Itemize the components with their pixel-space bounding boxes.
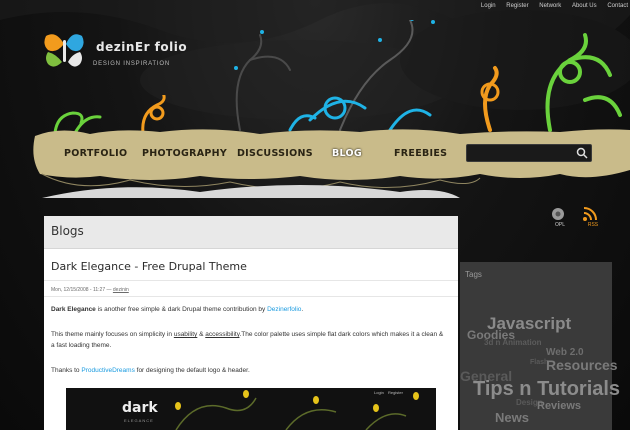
post-meta: Mon, 12/15/2008 - 11:27 — dezinin [51, 287, 129, 293]
post-date: Mon, 12/15/2008 - 11:27 — [51, 287, 113, 293]
main-content: Blogs Dark Elegance - Free Drupal Theme … [44, 216, 458, 430]
nav-blog[interactable]: BLOG [332, 148, 362, 159]
about-us-link[interactable]: About Us [572, 3, 597, 9]
post-title[interactable]: Dark Elegance - Free Drupal Theme [51, 260, 247, 273]
paragraph-2: This theme mainly focuses on simplicity … [51, 329, 447, 351]
network-link[interactable]: Network [539, 3, 561, 9]
top-links: Login Register Network About Us Contact [472, 3, 628, 9]
nav-photography[interactable]: PHOTOGRAPHY [142, 148, 227, 159]
page-title: Blogs [51, 224, 84, 238]
search-input[interactable] [467, 148, 577, 165]
preview-logo: dark [122, 400, 158, 416]
author-link[interactable]: dezinin [113, 287, 129, 293]
rss-icon[interactable] [582, 206, 598, 222]
search-icon[interactable] [576, 147, 588, 159]
theme-name: Dark Elegance [51, 306, 96, 313]
register-link[interactable]: Register [506, 3, 528, 9]
logo-subtitle: DESIGN INSPIRATION [93, 61, 170, 67]
nav-freebies[interactable]: FREEBIES [394, 148, 447, 159]
paragraph-1: Dark Elegance is another free simple & d… [51, 304, 447, 315]
opl-label: OPL [554, 222, 565, 228]
text: is another free simple & dark Drupal the… [95, 306, 268, 313]
preview-swirl-icon [175, 390, 419, 430]
page: Login Register Network About Us Contact … [0, 0, 630, 430]
logo-name[interactable]: dezinEr folio [96, 40, 187, 54]
tag-tips-tutorials[interactable]: Tips n Tutorials [473, 378, 620, 401]
text: This theme mainly focuses on simplicity … [51, 331, 174, 338]
tag-reviews[interactable]: Reviews [537, 400, 581, 412]
rss-label: RSS [587, 222, 599, 228]
tag-news[interactable]: News [495, 410, 529, 425]
productivedreams-link[interactable]: ProductiveDreams [81, 367, 134, 374]
tag-3d-animation[interactable]: 3d n Animation [484, 338, 541, 347]
text: Thanks to [51, 367, 82, 374]
dezinerfolio-link[interactable]: Dezinerfolio [267, 306, 301, 313]
opl-icon[interactable] [550, 207, 566, 221]
search-box [466, 144, 592, 165]
divider [44, 280, 458, 281]
text: . [301, 306, 304, 313]
usability-link[interactable]: usability [174, 331, 197, 338]
login-link[interactable]: Login [481, 3, 496, 9]
theme-preview-image: dark ELEGANCE Login Register [66, 388, 436, 430]
text: for designing the default logo & header. [134, 367, 250, 374]
paragraph-3: Thanks to ProductiveDreams for designing… [51, 365, 447, 376]
contact-link[interactable]: Contact [607, 3, 628, 9]
preview-logo-sub: ELEGANCE [124, 418, 154, 423]
accessibility-link[interactable]: accessibility [205, 331, 239, 338]
nav-discussions[interactable]: DISCUSSIONS [237, 148, 313, 159]
nav-portfolio[interactable]: PORTFOLIO [64, 148, 127, 159]
divider [44, 296, 458, 297]
tag-resources[interactable]: Resources [546, 357, 618, 373]
tags-title: Tags [465, 270, 482, 279]
blog-header: Blogs [44, 216, 458, 249]
